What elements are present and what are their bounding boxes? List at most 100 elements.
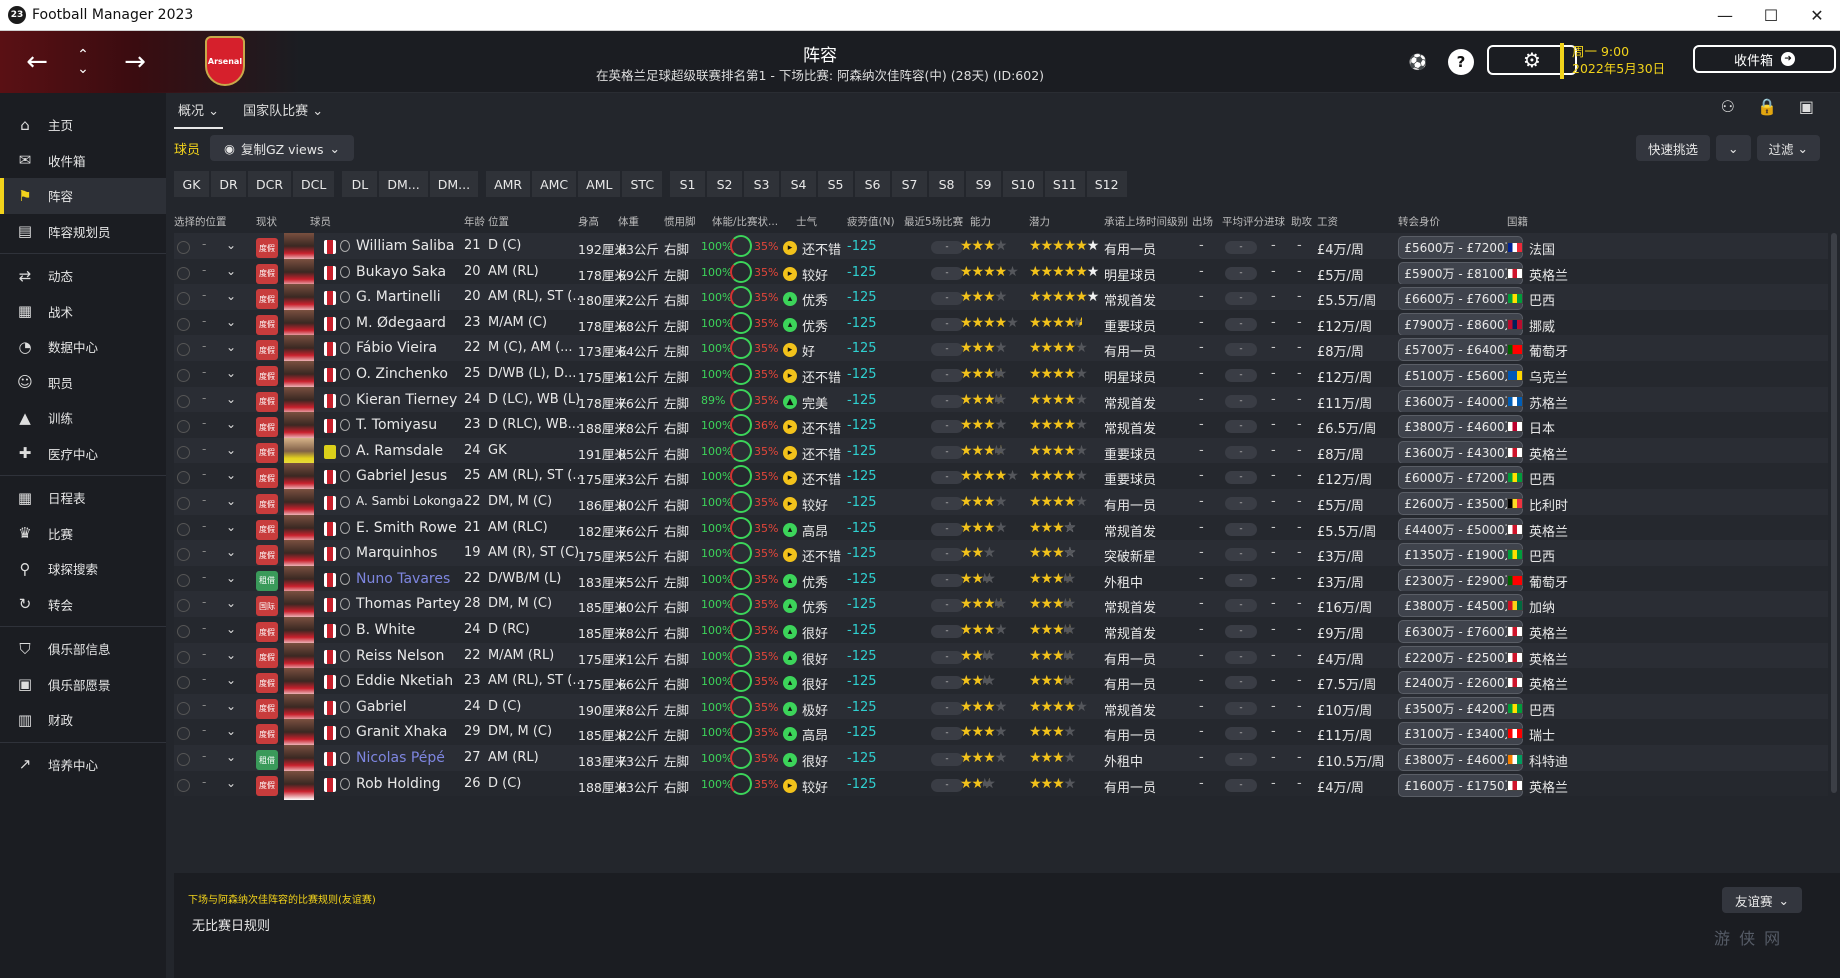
col-age[interactable]: 年龄: [464, 214, 485, 229]
chevron-down-icon[interactable]: ⌄: [226, 648, 236, 662]
selected-position[interactable]: -: [202, 493, 206, 507]
select-checkbox[interactable]: [177, 369, 190, 382]
select-checkbox[interactable]: [177, 753, 190, 766]
table-row[interactable]: - ⌄ 度假 T. Tomiyasu 23 D (RLC), WB... 188…: [174, 412, 1828, 442]
selected-position[interactable]: -: [202, 595, 206, 609]
position-button[interactable]: DCR: [248, 171, 292, 197]
col-height[interactable]: 身高: [578, 214, 599, 229]
table-row[interactable]: - ⌄ 度假 Marquinhos 19 AM (R), ST (C) 175厘…: [174, 540, 1828, 570]
table-row[interactable]: - ⌄ 度假 A. Ramsdale 24 GK 191厘米 85公斤 右脚 1…: [174, 437, 1828, 467]
player-name[interactable]: O. Zinchenko: [356, 366, 448, 382]
table-row[interactable]: - ⌄ 度假 Eddie Nketiah 23 AM (RL), ST (...…: [174, 668, 1828, 698]
selected-position[interactable]: -: [202, 621, 206, 635]
transfer-value[interactable]: £1350万 - £1900万: [1398, 543, 1523, 567]
player-name[interactable]: Nuno Tavares: [356, 571, 450, 587]
sidebar-item-13[interactable]: ↻ 转会: [0, 587, 166, 623]
transfer-value[interactable]: £5700万 - £6400万: [1398, 338, 1523, 362]
sidebar-item-0[interactable]: ⌂ 主页: [0, 107, 166, 143]
selected-position[interactable]: -: [202, 314, 206, 328]
table-row[interactable]: - ⌄ 度假 Fábio Vieira 22 M (C), AM (... 17…: [174, 335, 1828, 365]
player-name[interactable]: Gabriel: [356, 699, 406, 715]
col-pa[interactable]: 潜力: [1029, 214, 1050, 229]
col-apps[interactable]: 出场: [1192, 214, 1213, 229]
table-row[interactable]: - ⌄ 度假 Granit Xhaka 29 DM, M (C) 185厘米 8…: [174, 719, 1828, 749]
chevron-down-icon[interactable]: ⌄: [226, 673, 236, 687]
col-weight[interactable]: 体重: [618, 214, 639, 229]
chevron-down-icon[interactable]: ⌄: [226, 238, 236, 252]
column-settings-icon[interactable]: ▣: [1799, 97, 1814, 116]
chevron-down-icon[interactable]: ⌄: [226, 468, 236, 482]
position-button[interactable]: AMC: [532, 171, 577, 197]
select-checkbox[interactable]: [177, 599, 190, 613]
selected-position[interactable]: -: [202, 519, 206, 533]
sidebar-item-8[interactable]: ▲ 训练: [0, 400, 166, 436]
globe-icon[interactable]: ⚽: [1405, 49, 1431, 75]
chevron-down-icon[interactable]: ⌄: [226, 494, 236, 508]
select-checkbox[interactable]: [177, 292, 190, 306]
col-fatigue[interactable]: 疲劳值(N): [847, 214, 895, 229]
position-button[interactable]: AML: [578, 171, 621, 197]
table-row[interactable]: - ⌄ 度假 William Saliba 21 D (C) 192厘米 83公…: [174, 233, 1828, 262]
transfer-value[interactable]: £5100万 - £5600万: [1398, 364, 1523, 387]
position-button[interactable]: S7: [892, 171, 928, 197]
player-name[interactable]: Reiss Nelson: [356, 648, 444, 664]
col-goals[interactable]: 进球: [1264, 214, 1285, 229]
player-name[interactable]: Marquinhos: [356, 545, 437, 561]
chevron-down-icon[interactable]: ⌄: [226, 622, 236, 636]
position-button[interactable]: S12: [1086, 171, 1127, 197]
col-foot[interactable]: 惯用脚: [664, 214, 696, 229]
filter-button[interactable]: 过滤 ⌄: [1756, 135, 1820, 161]
table-row[interactable]: - ⌄ 租借 Nuno Tavares 22 D/WB/M (L) 183厘米 …: [174, 565, 1828, 595]
position-button[interactable]: STC: [622, 171, 663, 197]
chevron-down-icon[interactable]: ⌄: [226, 596, 236, 610]
player-name[interactable]: T. Tomiyasu: [356, 417, 437, 433]
select-checkbox[interactable]: [177, 701, 190, 715]
friendly-match-dropdown[interactable]: 友谊赛 ⌄: [1722, 887, 1802, 913]
table-row[interactable]: - ⌄ 度假 M. Ødegaard 23 M/AM (C) 178厘米 68公…: [174, 309, 1828, 339]
selected-position[interactable]: -: [202, 544, 206, 558]
sidebar-item-11[interactable]: ♛ 比赛: [0, 516, 166, 552]
select-checkbox[interactable]: [177, 778, 190, 792]
chevron-down-icon[interactable]: ⌄: [226, 750, 236, 764]
selected-position[interactable]: -: [202, 647, 206, 661]
selected-position[interactable]: -: [202, 723, 206, 737]
chevron-down-icon[interactable]: ⌄: [226, 264, 236, 278]
player-name[interactable]: A. Sambi Lokonga: [356, 494, 463, 508]
sidebar-item-12[interactable]: ⚲ 球探搜索: [0, 551, 166, 587]
sidebar-item-15[interactable]: ▣ 俱乐部愿景: [0, 667, 166, 703]
table-row[interactable]: - ⌄ 度假 Rob Holding 26 D (C) 188厘米 83公斤 右…: [174, 770, 1828, 800]
sidebar-item-9[interactable]: ✚ 医疗中心: [0, 436, 166, 472]
player-name[interactable]: Rob Holding: [356, 776, 441, 792]
col-last5[interactable]: 最近5场比赛: [904, 214, 963, 229]
transfer-value[interactable]: £2400万 - £2600万: [1398, 671, 1523, 695]
col-role[interactable]: 承诺上场时间级别: [1104, 214, 1188, 229]
chevron-down-icon[interactable]: ⌄: [226, 443, 236, 457]
selected-position[interactable]: -: [202, 775, 206, 789]
minimize-button[interactable]: —: [1702, 6, 1748, 25]
select-checkbox[interactable]: [177, 420, 190, 434]
position-button[interactable]: S10: [1003, 171, 1043, 197]
col-status[interactable]: 现状: [256, 214, 277, 229]
view-selector[interactable]: ◉ 复制GZ views ⌄: [210, 135, 354, 161]
chevron-down-icon[interactable]: ⌄: [226, 366, 236, 380]
transfer-value[interactable]: £5900万 - £8100万: [1398, 261, 1523, 285]
position-button[interactable]: S5: [818, 171, 854, 197]
selected-position[interactable]: -: [202, 365, 206, 379]
select-checkbox[interactable]: [177, 727, 190, 741]
sidebar-item-1[interactable]: ✉ 收件箱: [0, 143, 166, 179]
player-name[interactable]: Kieran Tierney: [356, 392, 457, 408]
position-button[interactable]: DL: [342, 171, 378, 197]
player-name[interactable]: Thomas Partey: [356, 596, 461, 612]
col-wage[interactable]: 工资: [1317, 214, 1338, 229]
select-checkbox[interactable]: [177, 497, 190, 510]
chevron-down-icon[interactable]: ⌄: [226, 776, 236, 790]
select-checkbox[interactable]: [177, 343, 190, 357]
select-checkbox[interactable]: [177, 317, 190, 331]
sidebar-item-6[interactable]: ◔ 数据中心: [0, 329, 166, 365]
selected-position[interactable]: -: [202, 391, 206, 405]
position-button[interactable]: DR: [211, 171, 246, 197]
player-name[interactable]: Gabriel Jesus: [356, 468, 447, 484]
lock-icon[interactable]: 🔒: [1757, 97, 1777, 116]
player-name[interactable]: Bukayo Saka: [356, 264, 446, 280]
transfer-value[interactable]: £3800万 - £4600万: [1398, 748, 1523, 771]
